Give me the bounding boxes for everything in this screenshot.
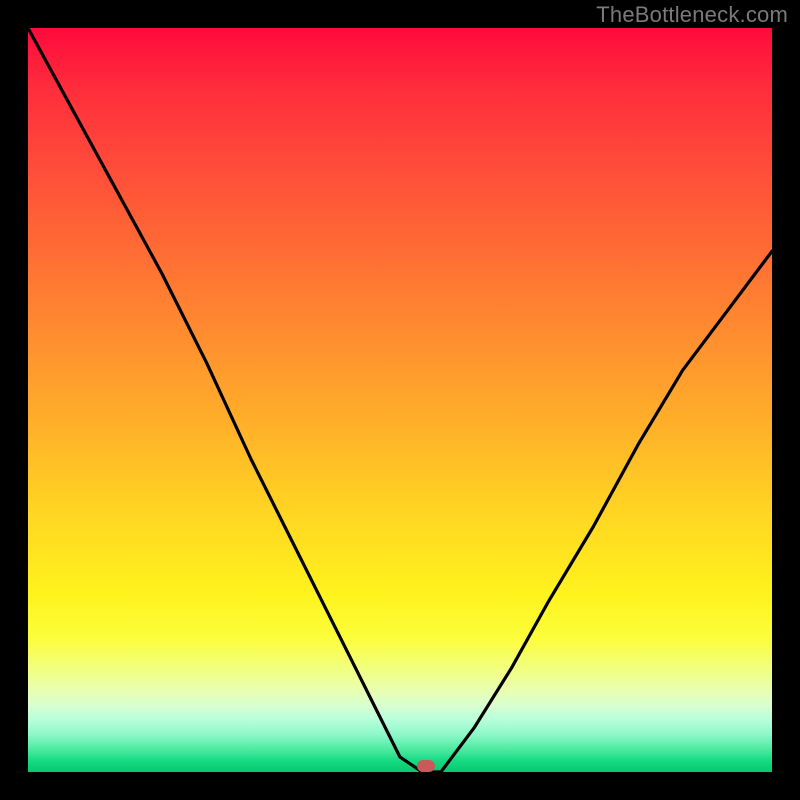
- watermark-text: TheBottleneck.com: [596, 2, 788, 28]
- plot-area: [28, 28, 772, 772]
- bottleneck-curve: [28, 28, 772, 772]
- chart-frame: TheBottleneck.com: [0, 0, 800, 800]
- optimum-marker: [417, 760, 435, 772]
